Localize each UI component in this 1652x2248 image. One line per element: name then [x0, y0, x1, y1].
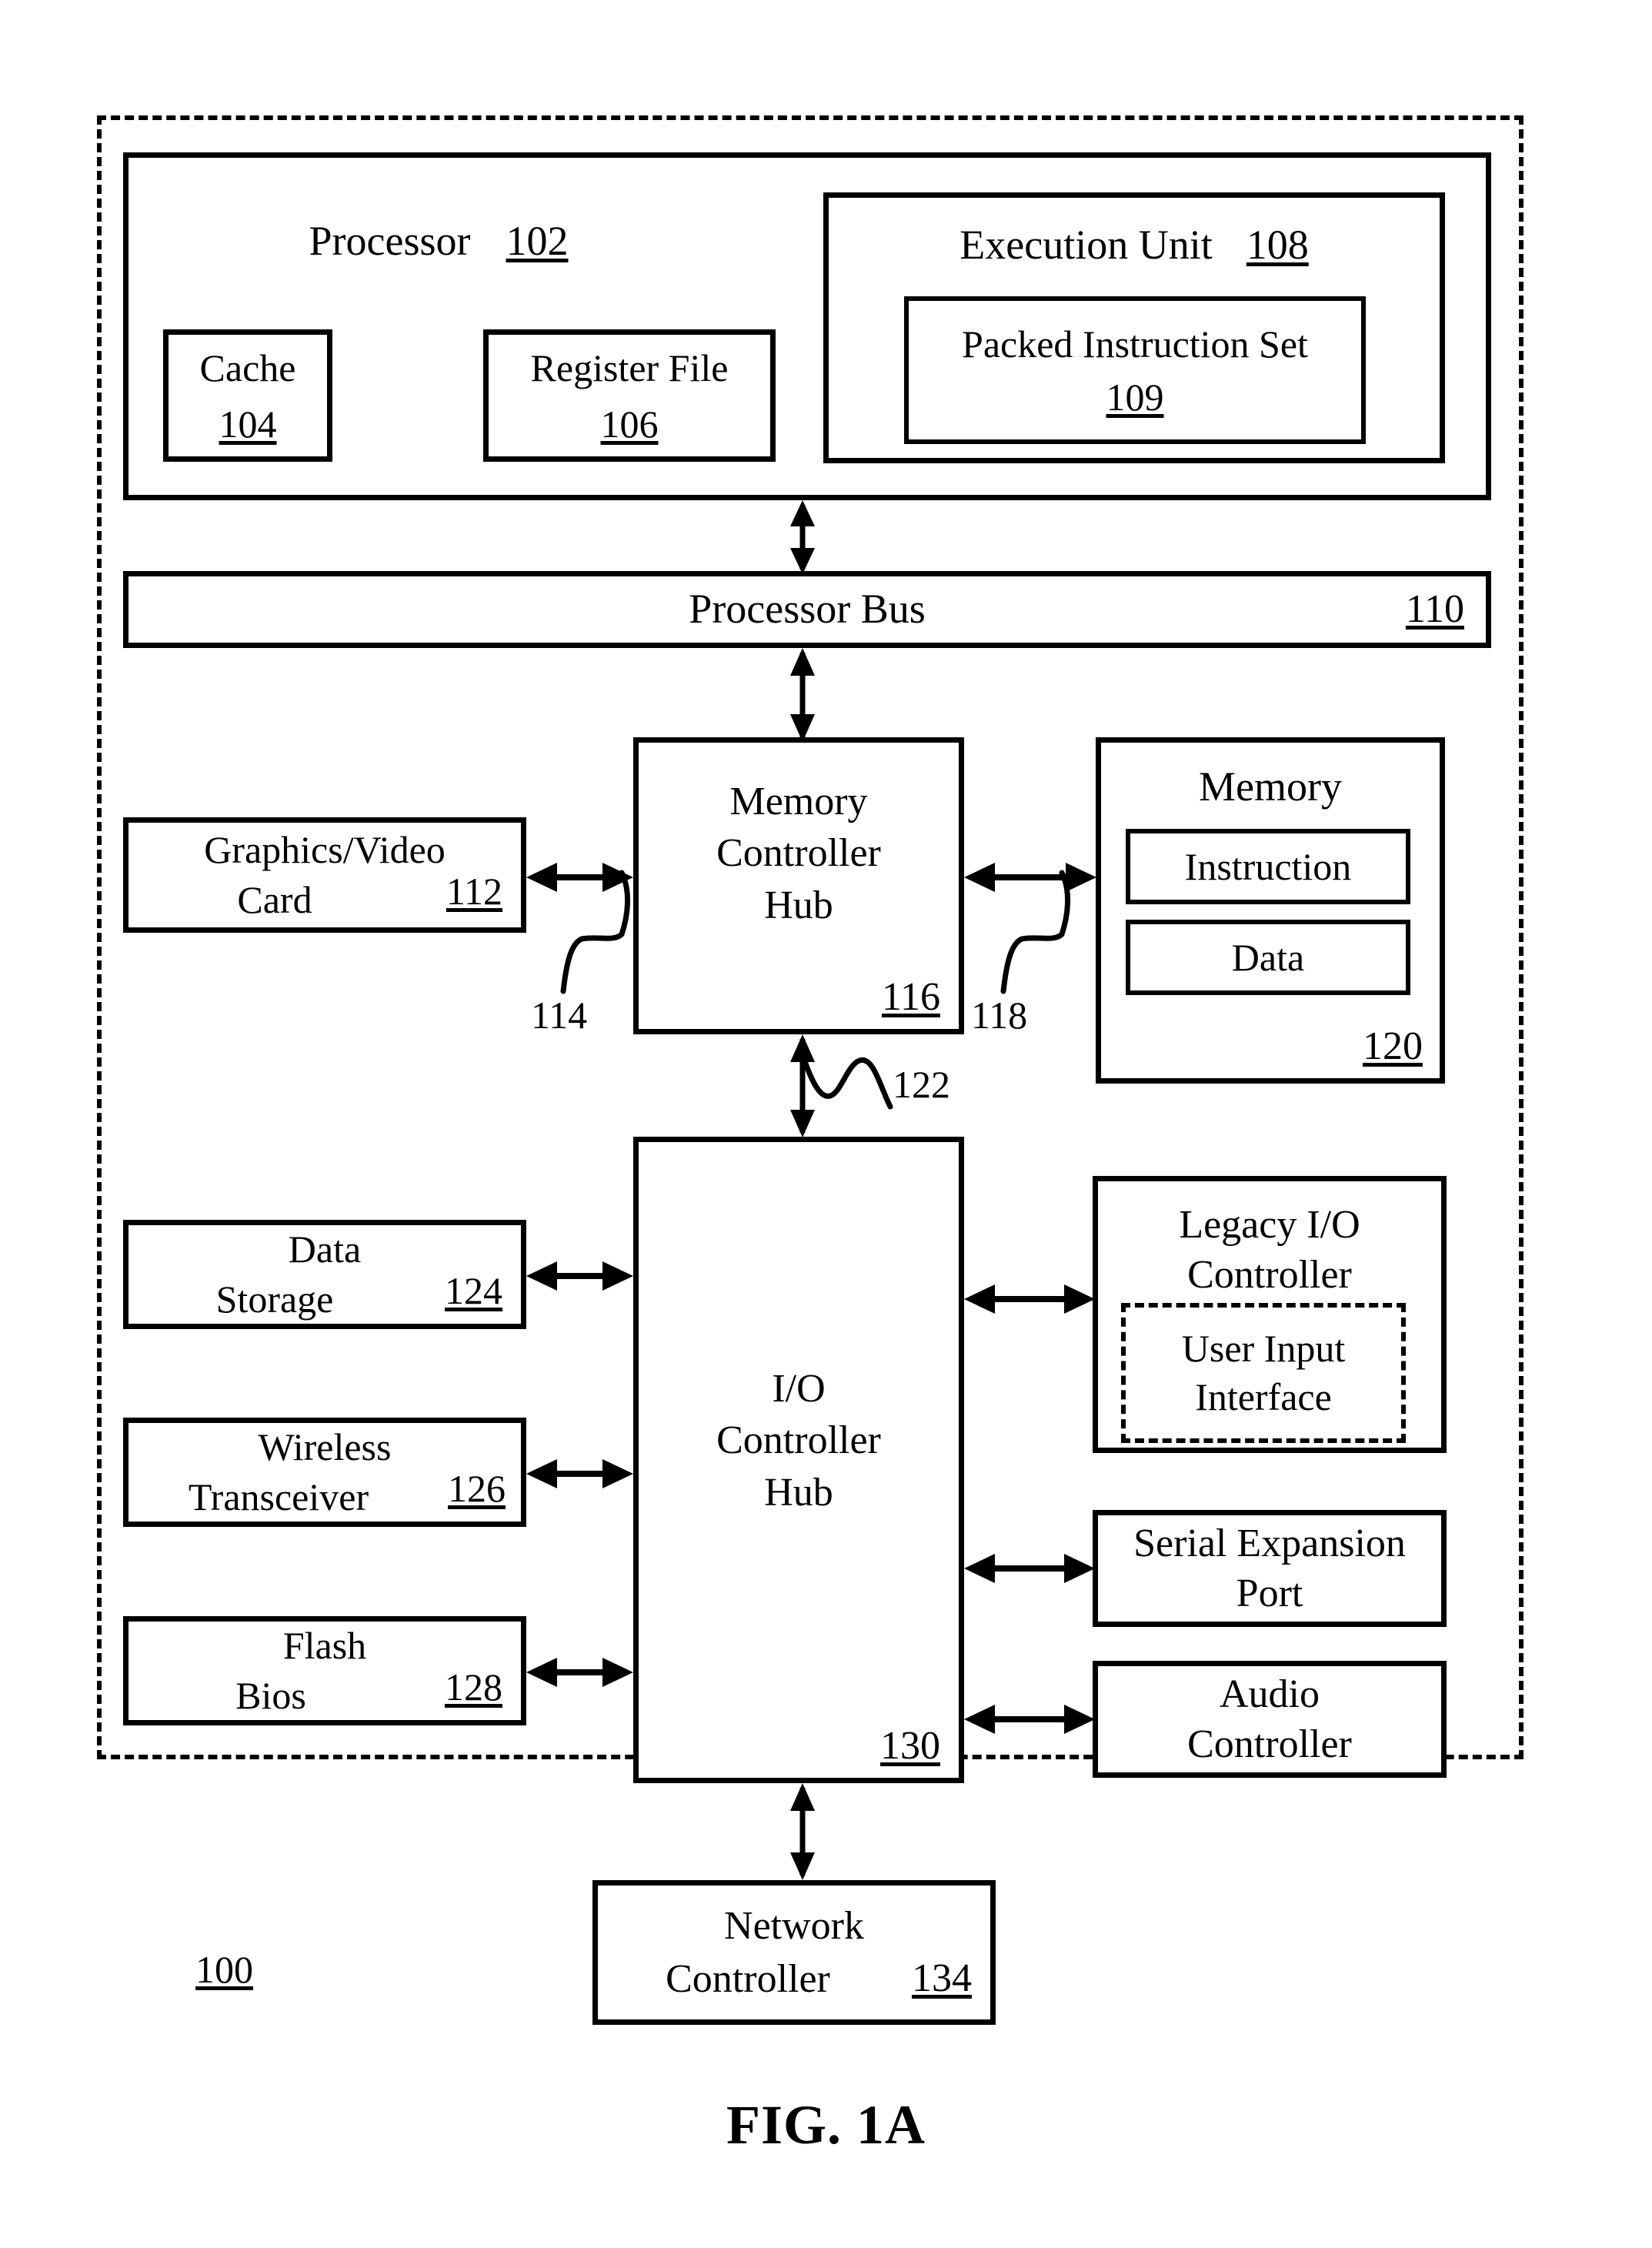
- processor-title-row: Processor 102: [123, 217, 754, 266]
- arrow-ich-to-network-controller: [779, 1783, 826, 1880]
- memory-box: Memory Instruction Data 120: [1096, 737, 1445, 1084]
- graphics-video-card-ref-number: 112: [446, 870, 502, 913]
- arrow-processor-to-bus: [779, 500, 826, 574]
- arrow-ich-to-serial-expansion-port: [964, 1545, 1095, 1592]
- wireless-transceiver-label-line2: Transceiver: [188, 1475, 369, 1518]
- wireless-transceiver-ref-number: 126: [448, 1467, 506, 1510]
- serial-expansion-port-box: Serial Expansion Port: [1093, 1510, 1447, 1627]
- arrow-flash-bios-to-ich: [526, 1649, 633, 1695]
- register-file-ref-number: 106: [600, 402, 659, 446]
- hub-interface-ref-number: 122: [893, 1063, 950, 1106]
- execution-unit-ref-number: 108: [1246, 222, 1309, 268]
- memory-link-ref-number: 118: [971, 994, 1028, 1037]
- patent-figure-1a: 100 Processor 102 Cache 104 Register Fil…: [0, 0, 1652, 2248]
- io-controller-hub-label-line3: Hub: [764, 1470, 833, 1515]
- cache-box: Cache 104: [163, 329, 332, 462]
- data-storage-label-line2: Storage: [215, 1278, 334, 1321]
- audio-controller-box: Audio Controller: [1093, 1661, 1447, 1778]
- packed-instruction-set-ref-number: 109: [1106, 375, 1164, 419]
- processor-bus-ref-number: 110: [1405, 587, 1464, 631]
- cache-ref-number: 104: [219, 402, 277, 446]
- memory-controller-hub-label-line3: Hub: [764, 883, 833, 927]
- audio-controller-label-line1: Audio: [1220, 1672, 1320, 1716]
- user-input-interface-label-line1: User Input: [1181, 1327, 1346, 1370]
- flash-bios-label-line2: Bios: [235, 1674, 306, 1717]
- serial-expansion-port-label-line1: Serial Expansion: [1133, 1521, 1406, 1565]
- data-storage-box: Data Storage 124: [123, 1220, 526, 1329]
- flash-bios-label-line1: Flash: [282, 1624, 367, 1667]
- execution-unit-title-row: Execution Unit 108: [959, 221, 1308, 270]
- memory-controller-hub-box: Memory Controller Hub 116: [633, 737, 964, 1034]
- legacy-io-controller-box: Legacy I/O Controller User Input Interfa…: [1093, 1176, 1447, 1453]
- processor-ref-number: 102: [506, 218, 569, 264]
- legacy-io-controller-label-line2: Controller: [1187, 1253, 1352, 1298]
- execution-unit-label: Execution Unit: [959, 222, 1213, 268]
- graphics-video-card-label-line1: Graphics/Video: [204, 828, 446, 871]
- processor-label: Processor: [309, 218, 471, 264]
- data-storage-label-line1: Data: [288, 1228, 362, 1271]
- graphics-video-card-box: Graphics/Video Card 112: [123, 817, 526, 933]
- io-controller-hub-label-line2: Controller: [716, 1418, 881, 1463]
- register-file-label: Register File: [530, 346, 729, 389]
- flash-bios-box: Flash Bios 128: [123, 1616, 526, 1725]
- arrow-bus-to-memory-controller-hub: [779, 648, 826, 742]
- memory-data-label: Data: [1231, 935, 1305, 979]
- packed-instruction-set-label: Packed Instruction Set: [962, 322, 1308, 366]
- execution-unit-box: Execution Unit 108 Packed Instruction Se…: [823, 192, 1445, 463]
- arrow-ich-to-legacy-io-controller: [964, 1276, 1095, 1322]
- memory-controller-hub-ref-number: 116: [881, 975, 940, 1019]
- user-input-interface-box: User Input Interface: [1121, 1303, 1406, 1443]
- network-controller-label-line1: Network: [724, 1903, 864, 1948]
- memory-label: Memory: [1199, 763, 1342, 810]
- io-controller-hub-label-line1: I/O: [772, 1367, 826, 1411]
- memory-controller-hub-label-line2: Controller: [716, 831, 881, 876]
- legacy-io-controller-label-line1: Legacy I/O: [1179, 1203, 1360, 1247]
- cache-label: Cache: [199, 346, 296, 389]
- flash-bios-ref-number: 128: [445, 1665, 502, 1709]
- system-ref-number: 100: [195, 1948, 253, 1991]
- user-input-interface-label-line2: Interface: [1195, 1375, 1332, 1418]
- figure-caption: FIG. 1A: [726, 2094, 926, 2156]
- memory-ref-number: 120: [1363, 1024, 1423, 1068]
- memory-controller-hub-label-line1: Memory: [729, 780, 868, 823]
- io-controller-hub-box: I/O Controller Hub 130: [633, 1137, 964, 1783]
- audio-controller-label-line2: Controller: [1187, 1722, 1352, 1766]
- arrow-data-storage-to-ich: [526, 1253, 633, 1299]
- network-controller-label-line2: Controller: [666, 1957, 830, 2001]
- wireless-transceiver-box: Wireless Transceiver 126: [123, 1418, 526, 1527]
- processor-bus-box: Processor Bus 110: [123, 571, 1491, 648]
- processor-bus-label: Processor Bus: [689, 586, 926, 633]
- register-file-box: Register File 106: [483, 329, 776, 462]
- memory-instruction-box: Instruction: [1126, 829, 1410, 904]
- packed-instruction-set-box: Packed Instruction Set 109: [904, 296, 1366, 444]
- io-controller-hub-ref-number: 130: [880, 1724, 940, 1768]
- network-controller-box: Network Controller 134: [592, 1880, 996, 2025]
- network-controller-ref-number: 134: [912, 1956, 972, 2000]
- graphics-link-ref-number: 114: [531, 994, 588, 1037]
- memory-data-box: Data: [1126, 920, 1410, 995]
- memory-instruction-label: Instruction: [1184, 844, 1352, 888]
- arrow-wireless-transceiver-to-ich: [526, 1451, 633, 1497]
- graphics-video-card-label-line2: Card: [237, 878, 312, 921]
- arrow-ich-to-audio-controller: [964, 1696, 1095, 1742]
- wireless-transceiver-label-line1: Wireless: [258, 1425, 392, 1468]
- data-storage-ref-number: 124: [445, 1269, 502, 1312]
- serial-expansion-port-label-line2: Port: [1236, 1572, 1303, 1615]
